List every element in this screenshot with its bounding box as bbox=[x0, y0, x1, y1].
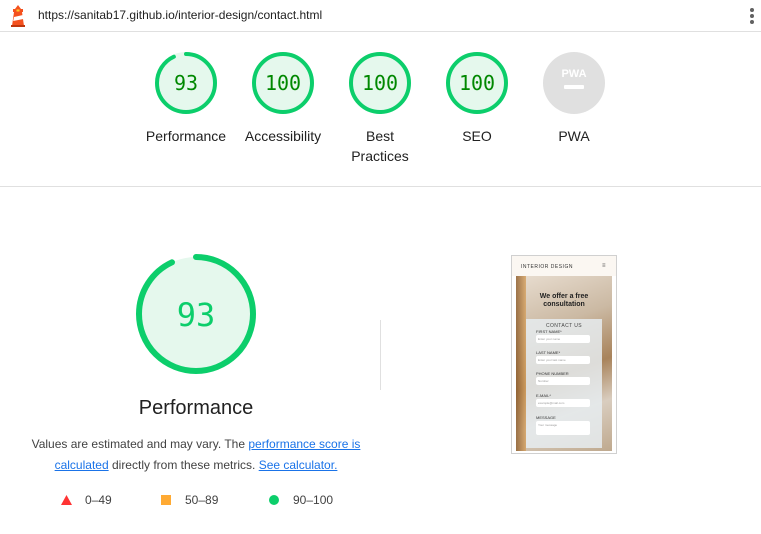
thumb-decor bbox=[516, 276, 526, 451]
legend-range: 0–49 bbox=[85, 493, 112, 507]
hamburger-icon: ≡ bbox=[602, 263, 606, 269]
thumb-field-input: Number bbox=[536, 377, 590, 385]
score-gauge-icon: 100 bbox=[252, 52, 314, 114]
gauge-performance[interactable]: 93 Performance bbox=[136, 50, 236, 146]
square-icon bbox=[161, 495, 171, 505]
gauge-score: 100 bbox=[459, 71, 495, 95]
gauge-pwa[interactable]: PWA PWA bbox=[524, 50, 624, 146]
score-gauge-icon: 100 bbox=[349, 52, 411, 114]
thumb-field-label: LAST NAME* bbox=[536, 350, 561, 355]
thumb-field-input: Enter your name bbox=[536, 335, 590, 343]
desc-text: directly from these metrics. bbox=[108, 458, 259, 472]
thumb-field-label: MESSAGE bbox=[536, 415, 556, 420]
thumb-field-label: PHONE NUMBER bbox=[536, 371, 569, 376]
gauge-score: 100 bbox=[265, 71, 301, 95]
thumb-header: INTERIOR DESIGN ≡ bbox=[512, 256, 616, 276]
pwa-badge-text: PWA bbox=[561, 68, 586, 80]
performance-score: 93 bbox=[177, 296, 216, 334]
score-gauge-icon: 100 bbox=[446, 52, 508, 114]
thumb-contact-form: CONTACT US FIRST NAME* Enter your name L… bbox=[526, 319, 602, 448]
thumb-heading: We offer a free consultation bbox=[539, 293, 589, 308]
gauge-label: SEO bbox=[462, 128, 492, 144]
score-gauge-icon: 93 bbox=[155, 52, 217, 114]
gauge-best-practices[interactable]: 100 Best Practices bbox=[330, 50, 430, 166]
gauge-label: PWA bbox=[558, 128, 590, 144]
thumb-field-label: FIRST NAME* bbox=[536, 329, 562, 334]
thumb-field-label: E-MAIL* bbox=[536, 393, 551, 398]
gauge-seo[interactable]: 100 SEO bbox=[427, 50, 527, 146]
thumb-field-input: example@mail.com bbox=[536, 399, 590, 407]
vertical-divider bbox=[380, 320, 381, 390]
gauge-score: 100 bbox=[362, 71, 398, 95]
legend-range: 50–89 bbox=[185, 493, 219, 507]
legend-range: 90–100 bbox=[293, 493, 334, 507]
gauge-label: Performance bbox=[145, 128, 227, 144]
gauge-label: Accessibility bbox=[244, 128, 322, 144]
circle-icon bbox=[269, 495, 279, 505]
triangle-icon bbox=[61, 495, 72, 505]
performance-title: Performance bbox=[138, 397, 254, 419]
thumb-field-input: Your message bbox=[536, 421, 590, 435]
lighthouse-icon bbox=[11, 5, 25, 27]
final-screenshot-thumbnail[interactable]: INTERIOR DESIGN ≡ We offer a free consul… bbox=[511, 255, 617, 454]
url-bar: https://sanitab17.github.io/interior-des… bbox=[0, 0, 761, 32]
desc-text: Values are estimated and may vary. The bbox=[31, 437, 249, 451]
gauge-label: Best Practices bbox=[351, 128, 409, 164]
thumb-field-input: Enter your last name bbox=[536, 356, 590, 364]
gauge-score: 93 bbox=[174, 71, 198, 95]
pwa-badge-icon: PWA bbox=[543, 52, 605, 114]
calculator-link[interactable]: See calculator. bbox=[259, 458, 338, 472]
performance-score-gauge: 93 bbox=[136, 254, 256, 374]
thumb-brand: INTERIOR DESIGN bbox=[521, 264, 573, 270]
gauge-accessibility[interactable]: 100 Accessibility bbox=[233, 50, 333, 146]
category-gauges: 93 Performance 100 Accessibility 100 Bes… bbox=[0, 32, 761, 187]
performance-description: Values are estimated and may vary. The p… bbox=[26, 434, 366, 476]
kebab-menu-icon[interactable] bbox=[744, 6, 760, 26]
page-url: https://sanitab17.github.io/interior-des… bbox=[38, 8, 323, 22]
